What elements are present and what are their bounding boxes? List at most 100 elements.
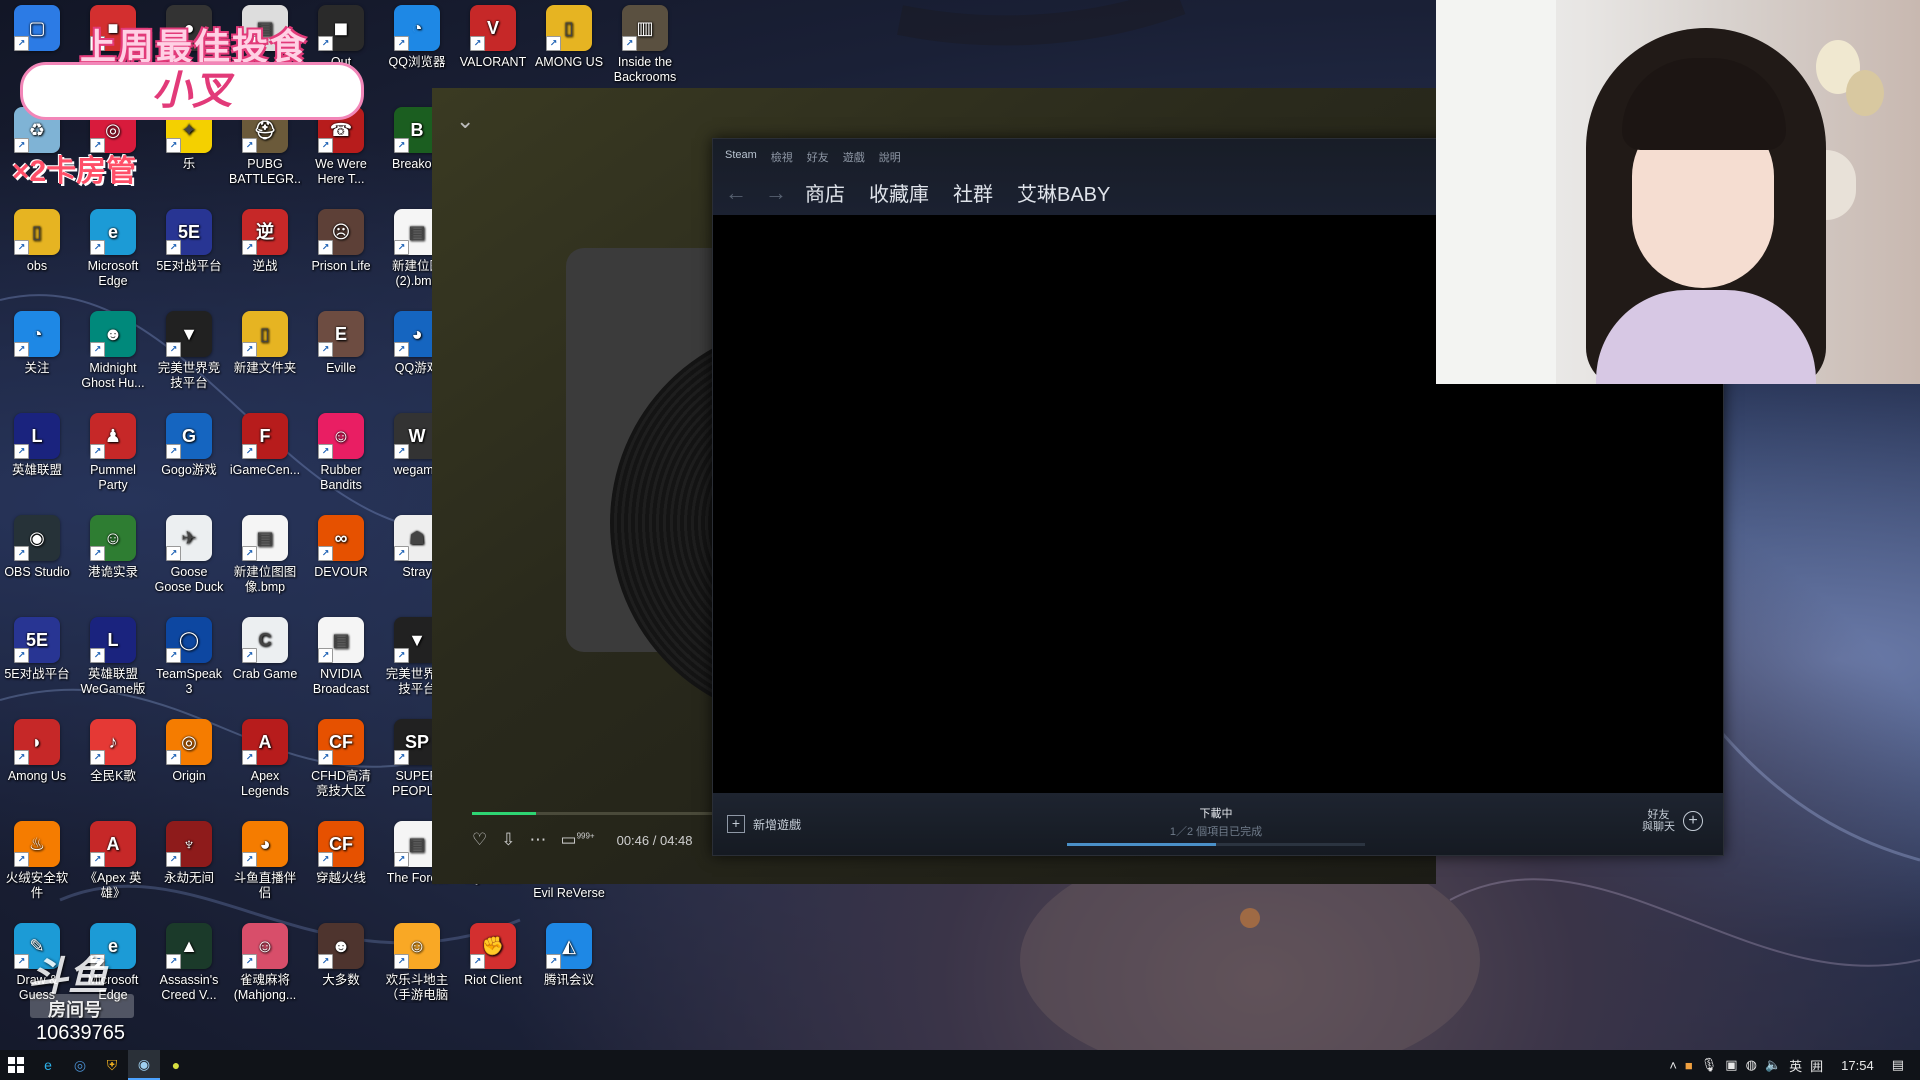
more-options-icon[interactable]: ⋯ bbox=[530, 830, 547, 850]
desktop-icon[interactable]: ▯ ↗ AMONG US bbox=[532, 0, 606, 98]
desktop-icon[interactable]: ☹ ↗ Prison Life bbox=[304, 204, 378, 302]
desktop-icon[interactable]: E ↗ Eville bbox=[304, 306, 378, 404]
desktop-icon-label: Midnight Ghost Hu... bbox=[81, 361, 145, 390]
desktop-icon[interactable]: ☺↗ 欢乐斗地主（手游电脑版） bbox=[380, 918, 454, 1016]
desktop-icon[interactable]: ▼ ↗ 完美世界竞技平台 bbox=[152, 306, 226, 404]
tray-volume-icon[interactable]: 🔈 bbox=[1765, 1057, 1781, 1073]
desktop-icon[interactable]: ◭ ↗ 腾讯会议 bbox=[532, 918, 606, 1016]
menu-friends[interactable]: 好友 bbox=[807, 149, 829, 165]
taskbar-steam-icon[interactable]: ◉ bbox=[128, 1050, 160, 1080]
friends-chat-button[interactable]: 好友 與聊天 + bbox=[1642, 809, 1703, 833]
notification-icon[interactable]: ▤ bbox=[1892, 1057, 1904, 1073]
desktop-icon[interactable]: 逆 ↗ 逆战 bbox=[228, 204, 302, 302]
desktop-icon[interactable]: ◕ ↗ 斗鱼直播伴侣 bbox=[228, 816, 302, 914]
tray-app-icon[interactable]: ■ bbox=[1685, 1058, 1693, 1073]
taskbar-edge-icon[interactable]: e bbox=[32, 1050, 64, 1080]
desktop-icon[interactable]: ♆ ↗ 永劫无间 bbox=[152, 816, 226, 914]
tray-mic-icon[interactable]: 🎙 bbox=[1701, 1057, 1718, 1073]
shortcut-arrow-icon: ↗ bbox=[318, 240, 333, 255]
tab-library[interactable]: 收藏庫 bbox=[869, 178, 929, 207]
download-status[interactable]: 下載中 1／2 個項目已完成 bbox=[1067, 805, 1365, 846]
desktop-icon[interactable]: L ↗ 英雄联盟 bbox=[0, 408, 74, 506]
desktop-icon[interactable]: e ↗ Microsoft Edge bbox=[76, 204, 150, 302]
taskbar-app-icon[interactable]: ● bbox=[160, 1050, 192, 1080]
add-game-button[interactable]: + 新增遊戲 bbox=[727, 815, 801, 833]
desktop-icon[interactable]: ◔ ↗ QQ浏览器 bbox=[380, 0, 454, 98]
desktop-icon[interactable]: ♪ ↗ 全民K歌 bbox=[76, 714, 150, 812]
desktop-icon[interactable]: ◗ ↗ Among Us bbox=[0, 714, 74, 812]
desktop-icon[interactable]: ▲ ↗ Assassin's Creed V... bbox=[152, 918, 226, 1016]
desktop-icon[interactable]: ▯ ↗ 新建文件夹 bbox=[228, 306, 302, 404]
desktop-app-icon: ▲ ↗ bbox=[166, 923, 212, 969]
desktop-icon[interactable]: 5E ↗ 5E对战平台 bbox=[0, 612, 74, 710]
menu-view[interactable]: 檢視 bbox=[771, 149, 793, 165]
desktop-icon[interactable]: CF ↗ 穿越火线 bbox=[304, 816, 378, 914]
menu-steam[interactable]: Steam bbox=[725, 149, 757, 165]
like-heart-icon[interactable]: ♡ bbox=[472, 830, 487, 850]
download-icon[interactable]: ⇩ bbox=[501, 830, 515, 850]
desktop-icon[interactable]: ◔ ↗ 关注 bbox=[0, 306, 74, 404]
shortcut-arrow-icon: ↗ bbox=[242, 750, 257, 765]
taskbar-shield-icon[interactable]: ⛨ bbox=[96, 1050, 128, 1080]
desktop-icon[interactable]: CF ↗ CFHD高清竞技大区 bbox=[304, 714, 378, 812]
start-windows-icon[interactable] bbox=[0, 1050, 32, 1080]
desktop-icon[interactable]: ☻ ↗ Midnight Ghost Hu... bbox=[76, 306, 150, 404]
tray-chevron-icon[interactable]: ˄ bbox=[1669, 1058, 1677, 1073]
desktop-app-icon: ▯ ↗ bbox=[546, 5, 592, 51]
friends-label: 好友 與聊天 bbox=[1642, 809, 1675, 833]
desktop-icon[interactable]: A ↗ 《Apex 英雄》 bbox=[76, 816, 150, 914]
desktop-app-icon: L ↗ bbox=[14, 413, 60, 459]
desktop-icon[interactable]: ✊ ↗ Riot Client bbox=[456, 918, 530, 1016]
back-arrow-icon[interactable]: ← bbox=[725, 180, 747, 206]
tray-ime-mode[interactable]: 囲 bbox=[1810, 1056, 1823, 1075]
menu-help[interactable]: 說明 bbox=[879, 149, 901, 165]
shortcut-arrow-icon: ↗ bbox=[90, 240, 105, 255]
desktop-icon[interactable]: ☻ ↗ 大多数 bbox=[304, 918, 378, 1016]
desktop-icon[interactable]: ☺ ↗ 港诡实录 bbox=[76, 510, 150, 608]
desktop-icon[interactable]: ◉ ↗ OBS Studio bbox=[0, 510, 74, 608]
shortcut-arrow-icon: ↗ bbox=[166, 444, 181, 459]
desktop-app-icon: ☻ ↗ bbox=[90, 311, 136, 357]
desktop-app-icon: ▤↗ bbox=[318, 617, 364, 663]
desktop-app-icon: ☺ ↗ bbox=[242, 923, 288, 969]
desktop-icon[interactable]: ▤ ↗ NVIDIA Broadcast bbox=[304, 612, 378, 710]
desktop-icon[interactable]: A ↗ Apex Legends bbox=[228, 714, 302, 812]
desktop-icon[interactable]: ☺ ↗ Rubber Bandits bbox=[304, 408, 378, 506]
add-plus-icon: + bbox=[727, 815, 745, 833]
desktop-icon[interactable]: ♟ ↗ Pummel Party bbox=[76, 408, 150, 506]
desktop-icon[interactable]: ▤ ↗ 新建位图图像.bmp bbox=[228, 510, 302, 608]
shortcut-arrow-icon: ↗ bbox=[318, 138, 333, 153]
collapse-chevron-icon[interactable]: ⌄ bbox=[456, 110, 474, 132]
shortcut-arrow-icon: ↗ bbox=[546, 36, 561, 51]
forward-arrow-icon[interactable]: → bbox=[765, 180, 787, 206]
shortcut-arrow-icon: ↗ bbox=[90, 342, 105, 357]
desktop-icon[interactable]: ◎ ↗ Origin bbox=[152, 714, 226, 812]
cam-shelf bbox=[1436, 0, 1556, 384]
desktop-icon[interactable]: ▯ ↗ obs bbox=[0, 204, 74, 302]
desktop-icon[interactable]: V ↗ VALORANT bbox=[456, 0, 530, 98]
tray-clock[interactable]: 17:54 bbox=[1841, 1058, 1874, 1073]
desktop-icon[interactable]: 5E ↗ 5E对战平台 bbox=[152, 204, 226, 302]
desktop-icon[interactable]: ♨ ↗ 火绒安全软件 bbox=[0, 816, 74, 914]
desktop-icon[interactable]: G ↗ Gogo游戏 bbox=[152, 408, 226, 506]
comments-icon[interactable]: ▭999+ bbox=[561, 830, 595, 850]
tray-display-icon[interactable]: ▣ bbox=[1725, 1057, 1737, 1073]
desktop-icon[interactable]: L ↗ 英雄联盟 WeGame版 bbox=[76, 612, 150, 710]
desktop-icon[interactable]: ☺ ↗ 雀魂麻将(Mahjong... bbox=[228, 918, 302, 1016]
desktop-icon[interactable]: ▥ ↗ Inside the Backrooms bbox=[608, 0, 682, 98]
tab-profile[interactable]: 艾琳BABY bbox=[1017, 178, 1110, 207]
tray-network-icon[interactable]: ◍ bbox=[1746, 1057, 1757, 1073]
tray-ime[interactable]: 英 bbox=[1789, 1056, 1802, 1075]
desktop-icon[interactable]: C ↗ Crab Game bbox=[228, 612, 302, 710]
taskbar-teamspeak-icon[interactable]: ◎ bbox=[64, 1050, 96, 1080]
menu-games[interactable]: 遊戲 bbox=[843, 149, 865, 165]
desktop-icon[interactable]: ◯ ↗ TeamSpeak 3 bbox=[152, 612, 226, 710]
tab-community[interactable]: 社群 bbox=[953, 178, 993, 207]
desktop-icon[interactable]: ✈ ↗ Goose Goose Duck bbox=[152, 510, 226, 608]
desktop-app-icon: ◉ ↗ bbox=[14, 515, 60, 561]
tab-store[interactable]: 商店 bbox=[805, 178, 845, 207]
desktop-icon-label: 永劫无间 bbox=[163, 871, 214, 885]
desktop-icon[interactable]: F ↗ iGameCen... bbox=[228, 408, 302, 506]
desktop-icon-label: 《Apex 英雄》 bbox=[84, 871, 142, 900]
desktop-icon[interactable]: ∞ ↗ DEVOUR bbox=[304, 510, 378, 608]
